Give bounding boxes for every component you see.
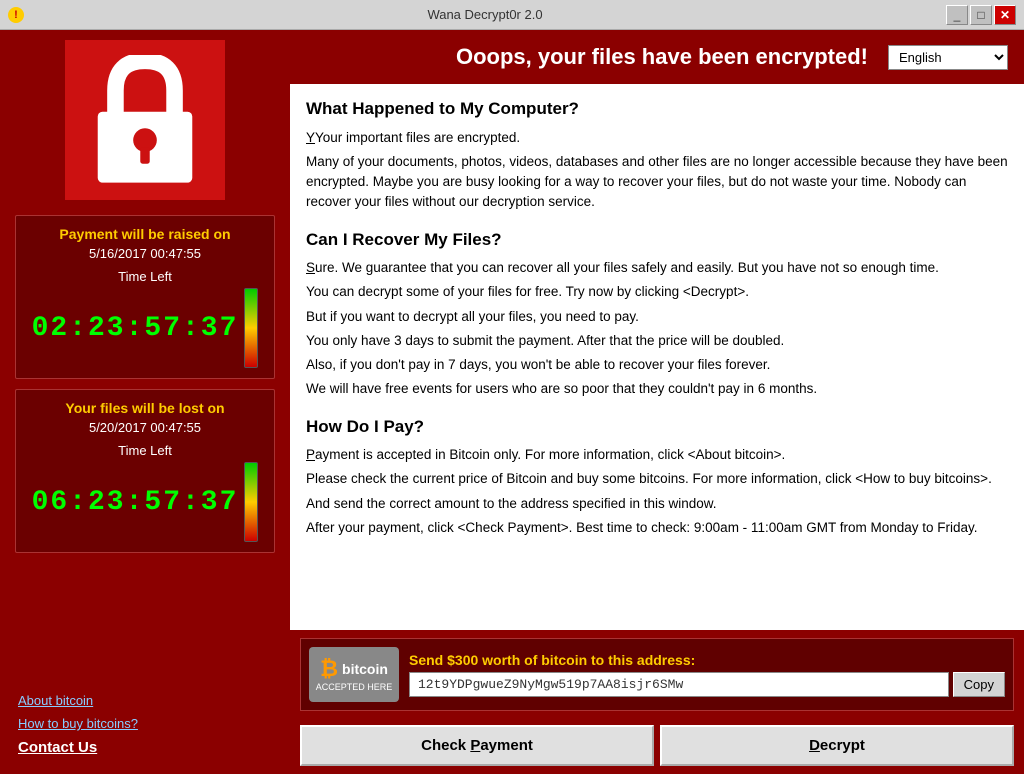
section3-p3: And send the correct amount to the addre… (306, 494, 1008, 514)
section2-p4: You only have 3 days to submit the payme… (306, 331, 1008, 351)
timer1-time-label: Time Left (26, 269, 264, 284)
section3-p1: Payment is accepted in Bitcoin only. For… (306, 445, 1008, 465)
address-row: Copy (409, 672, 1005, 697)
main-window: ! Wana Decrypt0r 2.0 _ □ ✕ (0, 0, 1024, 774)
window-title: Wana Decrypt0r 2.0 (24, 7, 946, 22)
check-payment-button[interactable]: Check Payment (300, 725, 654, 766)
minimize-button[interactable]: _ (946, 5, 968, 25)
timer2-display: 06:23:57:37 (32, 487, 239, 518)
section2-p3: But if you want to decrypt all your file… (306, 307, 1008, 327)
timer-payment-box: Payment will be raised on 5/16/2017 00:4… (15, 215, 275, 379)
timer2-label: Your files will be lost on (26, 400, 264, 416)
payment-right: Send $300 worth of bitcoin to this addre… (409, 652, 1005, 697)
language-select[interactable]: English Chinese Spanish French German Ru… (888, 45, 1008, 70)
payment-box: ₿ bitcoin ACCEPTED HERE Send $300 worth … (300, 638, 1014, 711)
bitcoin-address-input[interactable] (409, 672, 949, 697)
bitcoin-accepted-text: ACCEPTED HERE (316, 682, 393, 693)
window-controls: _ □ ✕ (946, 5, 1016, 25)
section2-title: Can I Recover My Files? (306, 227, 1008, 253)
timer2-color-bar (244, 462, 258, 542)
section1-p1: YYour important files are encrypted. (306, 128, 1008, 148)
bitcoin-logo: ₿ bitcoin ACCEPTED HERE (309, 647, 399, 702)
timer-lost-box: Your files will be lost on 5/20/2017 00:… (15, 389, 275, 553)
timer2-date: 5/20/2017 00:47:55 (26, 420, 264, 435)
lock-icon-container (65, 40, 225, 200)
section1-title: What Happened to My Computer? (306, 96, 1008, 122)
title-bar: ! Wana Decrypt0r 2.0 _ □ ✕ (0, 0, 1024, 30)
action-buttons: Check Payment Decrypt (290, 719, 1024, 774)
timer2-time-label: Time Left (26, 443, 264, 458)
section2-p2: You can decrypt some of your files for f… (306, 282, 1008, 302)
sidebar-links: About bitcoin How to buy bitcoins? Conta… (10, 685, 280, 764)
section2-p5: Also, if you don't pay in 7 days, you wo… (306, 355, 1008, 375)
section3-p4: After your payment, click <Check Payment… (306, 518, 1008, 538)
right-panel: Ooops, your files have been encrypted! E… (290, 30, 1024, 774)
timer1-color-bar (244, 288, 258, 368)
bitcoin-text: bitcoin (342, 661, 388, 677)
lock-icon (85, 55, 205, 185)
timer1-display: 02:23:57:37 (32, 313, 239, 344)
contact-us-link[interactable]: Contact Us (18, 739, 272, 756)
content-area[interactable]: What Happened to My Computer? YYour impo… (290, 84, 1024, 630)
timer1-label: Payment will be raised on (26, 226, 264, 242)
section3-p2: Please check the current price of Bitcoi… (306, 469, 1008, 489)
app-icon: ! (8, 7, 24, 23)
copy-button[interactable]: Copy (953, 672, 1005, 697)
section2-p6: We will have free events for users who a… (306, 379, 1008, 399)
maximize-button[interactable]: □ (970, 5, 992, 25)
how-to-buy-link[interactable]: How to buy bitcoins? (18, 716, 272, 731)
close-button[interactable]: ✕ (994, 5, 1016, 25)
section2-p1: Sure. We guarantee that you can recover … (306, 258, 1008, 278)
timer1-date: 5/16/2017 00:47:55 (26, 246, 264, 261)
main-content: Payment will be raised on 5/16/2017 00:4… (0, 30, 1024, 774)
about-bitcoin-link[interactable]: About bitcoin (18, 693, 272, 708)
send-label: Send $300 worth of bitcoin to this addre… (409, 652, 1005, 668)
section3-title: How Do I Pay? (306, 414, 1008, 440)
bitcoin-symbol: ₿ (320, 656, 338, 682)
payment-area: ₿ bitcoin ACCEPTED HERE Send $300 worth … (290, 630, 1024, 719)
decrypt-button[interactable]: Decrypt (660, 725, 1014, 766)
section1-p2: Many of your documents, photos, videos, … (306, 152, 1008, 213)
left-panel: Payment will be raised on 5/16/2017 00:4… (0, 30, 290, 774)
header-bar: Ooops, your files have been encrypted! E… (290, 30, 1024, 84)
header-title: Ooops, your files have been encrypted! (436, 44, 888, 70)
